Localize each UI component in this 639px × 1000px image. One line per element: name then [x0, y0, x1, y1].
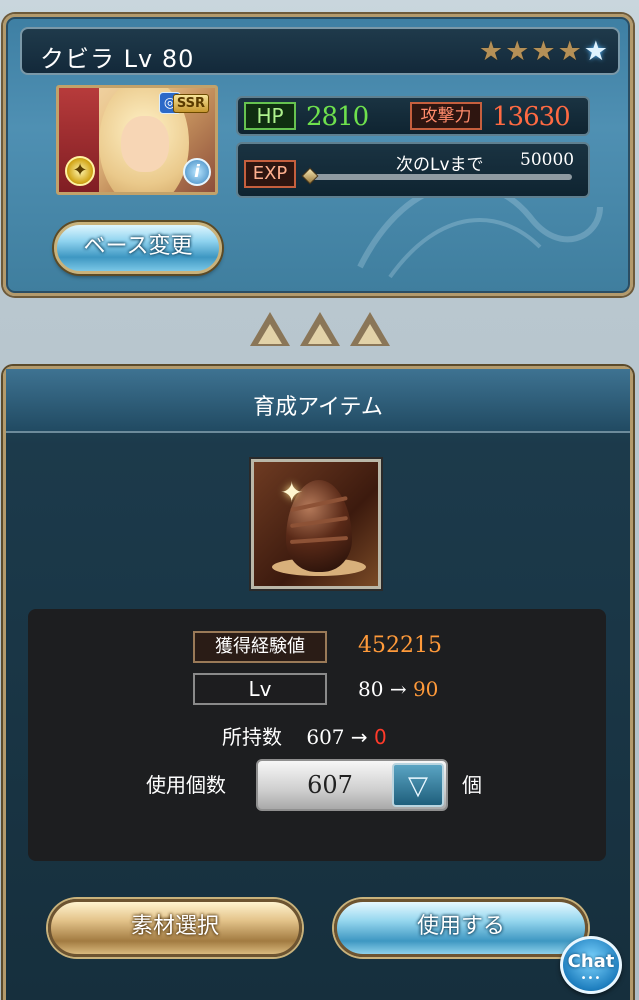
- character-name-text: クビラ: [40, 45, 115, 73]
- chat-dots-icon: •••: [580, 973, 602, 984]
- owned-to: 0: [374, 725, 387, 749]
- use-count-label: 使用個数: [146, 773, 226, 797]
- stat-box: HP 2810 攻撃力 13630: [236, 96, 590, 136]
- attack-label: 攻撃力: [410, 102, 482, 130]
- rarity-badge: SSR: [172, 94, 209, 113]
- dropdown-button[interactable]: ▽: [392, 763, 444, 807]
- star-icon-blue: ★: [583, 36, 608, 67]
- item-panel-header: 育成アイテム: [6, 369, 630, 433]
- light-element-icon: ✦: [65, 156, 95, 186]
- character-name: クビラ Lv 80: [40, 39, 194, 74]
- use-count-select[interactable]: 607 ▽: [256, 759, 448, 811]
- attack-value: 13630: [492, 102, 571, 132]
- owned-label: 所持数: [222, 725, 282, 749]
- chevron-down-icon: ▽: [408, 771, 428, 801]
- exp-bar-track: [310, 174, 572, 180]
- star-rating: ★ ★ ★ ★ ★: [479, 38, 608, 66]
- use-count-unit: 個: [462, 773, 482, 797]
- exp-gain-value: 452215: [358, 633, 442, 658]
- level-from: 80: [358, 677, 384, 701]
- star-icon: ★: [557, 36, 582, 67]
- select-material-button[interactable]: 素材選択: [48, 899, 302, 957]
- level-to: 90: [412, 677, 439, 701]
- next-level-text: 次のLvまで: [396, 155, 484, 175]
- chat-button[interactable]: Chat •••: [560, 936, 622, 994]
- decorative-divider: [250, 312, 390, 348]
- star-icon: ★: [531, 36, 556, 67]
- character-level: Lv 80: [123, 45, 195, 73]
- star-icon: ★: [478, 36, 504, 67]
- portrait-face: [121, 116, 169, 172]
- info-icon[interactable]: i: [183, 158, 211, 186]
- owned-arrow: →: [350, 725, 368, 749]
- character-portrait[interactable]: ◎ SSR ✦ i: [56, 85, 218, 195]
- triangle-ornament-icon: [300, 312, 340, 346]
- use-button[interactable]: 使用する: [334, 899, 588, 957]
- exp-bar-indicator: [301, 167, 319, 185]
- triangle-ornament-icon: [250, 312, 290, 346]
- chat-label: Chat: [567, 951, 615, 972]
- level-change: 80 → 90: [358, 677, 438, 701]
- item-thumbnail[interactable]: ✦: [251, 459, 381, 589]
- exp-gain-label: 獲得経験値: [193, 631, 327, 663]
- character-panel: クビラ Lv 80 ★ ★ ★ ★ ★ ◎ SSR ✦ i HP 2810 攻撃…: [3, 14, 633, 296]
- use-count-value: 607: [307, 771, 353, 799]
- hp-value: 2810: [306, 102, 369, 132]
- next-level-value: 50000: [520, 150, 575, 170]
- item-panel-title: 育成アイテム: [253, 395, 383, 420]
- character-title-bar: クビラ Lv 80 ★ ★ ★ ★ ★: [20, 27, 620, 75]
- level-label: Lv: [193, 673, 327, 705]
- training-item-panel: 育成アイテム ✦ 獲得経験値 452215 Lv 80 → 90 所持数 607…: [3, 366, 633, 1000]
- level-arrow: →: [389, 677, 407, 701]
- exp-label: EXP: [244, 160, 296, 188]
- star-icon: ★: [505, 36, 530, 67]
- hp-label: HP: [244, 102, 296, 130]
- owned-from: 607: [306, 725, 345, 749]
- base-change-button[interactable]: ベース変更: [54, 222, 222, 274]
- item-detail-box: 獲得経験値 452215 Lv 80 → 90 所持数 607 → 0 使用個数…: [28, 609, 606, 861]
- exp-box: EXP 次のLvまで 50000: [236, 142, 590, 198]
- triangle-ornament-icon: [350, 312, 390, 346]
- owned-count: 所持数 607 → 0: [222, 721, 387, 750]
- sparkle-icon: ✦: [280, 476, 304, 509]
